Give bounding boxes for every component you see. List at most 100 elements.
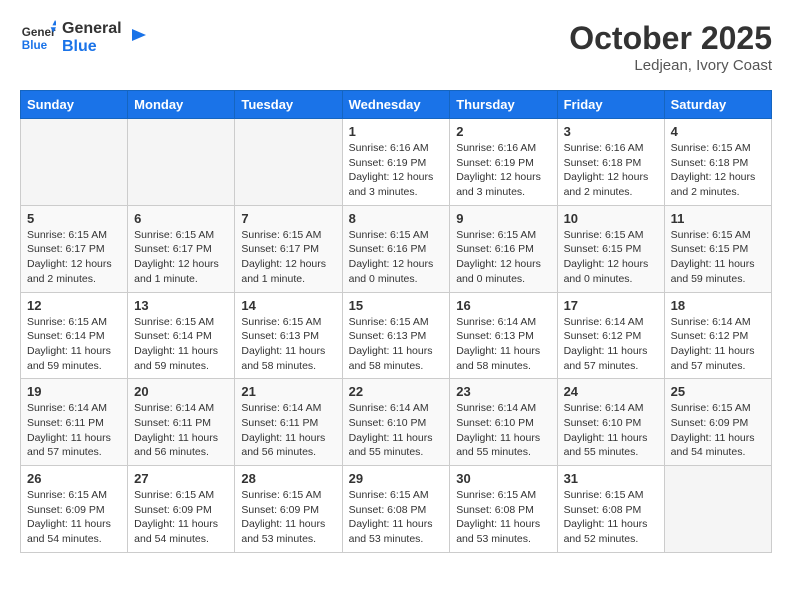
day-info: Sunrise: 6:15 AM Sunset: 6:16 PM Dayligh…: [456, 228, 550, 287]
calendar-cell: 30 Sunrise: 6:15 AM Sunset: 6:08 PM Dayli…: [450, 466, 557, 553]
day-number: 27: [134, 471, 228, 486]
header: General Blue General Blue October 2025 L…: [20, 20, 772, 74]
day-number: 14: [241, 298, 335, 313]
day-info: Sunrise: 6:15 AM Sunset: 6:15 PM Dayligh…: [671, 228, 765, 287]
day-info: Sunrise: 6:14 AM Sunset: 6:11 PM Dayligh…: [27, 401, 121, 460]
weekday-header-thursday: Thursday: [450, 91, 557, 119]
calendar-cell: 1 Sunrise: 6:16 AM Sunset: 6:19 PM Daylig…: [342, 119, 450, 206]
day-info: Sunrise: 6:14 AM Sunset: 6:10 PM Dayligh…: [564, 401, 658, 460]
logo-icon: General Blue: [20, 20, 56, 56]
day-info: Sunrise: 6:15 AM Sunset: 6:09 PM Dayligh…: [671, 401, 765, 460]
day-number: 21: [241, 384, 335, 399]
weekday-header-wednesday: Wednesday: [342, 91, 450, 119]
weekday-header-friday: Friday: [557, 91, 664, 119]
calendar-cell: 31 Sunrise: 6:15 AM Sunset: 6:08 PM Dayli…: [557, 466, 664, 553]
logo: General Blue General Blue: [20, 20, 150, 56]
day-number: 18: [671, 298, 765, 313]
day-info: Sunrise: 6:14 AM Sunset: 6:11 PM Dayligh…: [134, 401, 228, 460]
logo-flag-icon: [128, 27, 150, 49]
calendar-cell: 25 Sunrise: 6:15 AM Sunset: 6:09 PM Dayli…: [664, 379, 771, 466]
day-info: Sunrise: 6:15 AM Sunset: 6:08 PM Dayligh…: [349, 488, 444, 547]
day-info: Sunrise: 6:14 AM Sunset: 6:11 PM Dayligh…: [241, 401, 335, 460]
day-number: 16: [456, 298, 550, 313]
day-number: 4: [671, 124, 765, 139]
calendar-cell: 23Sunrise: 6:14 AM Sunset: 6:10 PM Dayli…: [450, 379, 557, 466]
day-info: Sunrise: 6:15 AM Sunset: 6:16 PM Dayligh…: [349, 228, 444, 287]
calendar-cell: 2 Sunrise: 6:16 AM Sunset: 6:19 PM Daylig…: [450, 119, 557, 206]
week-row-2: 5 Sunrise: 6:15 AM Sunset: 6:17 PM Daylig…: [21, 205, 772, 292]
day-info: Sunrise: 6:15 AM Sunset: 6:08 PM Dayligh…: [456, 488, 550, 547]
calendar-cell: 21 Sunrise: 6:14 AM Sunset: 6:11 PM Dayli…: [235, 379, 342, 466]
calendar-cell: 3 Sunrise: 6:16 AM Sunset: 6:18 PM Daylig…: [557, 119, 664, 206]
calendar-cell: 24 Sunrise: 6:14 AM Sunset: 6:10 PM Dayli…: [557, 379, 664, 466]
logo-line1: General: [62, 20, 122, 38]
day-number: 22: [349, 384, 444, 399]
day-number: 24: [564, 384, 658, 399]
day-number: 20: [134, 384, 228, 399]
day-info: Sunrise: 6:15 AM Sunset: 6:18 PM Dayligh…: [671, 141, 765, 200]
day-number: 2: [456, 124, 550, 139]
calendar-cell: 9 Sunrise: 6:15 AM Sunset: 6:16 PM Daylig…: [450, 205, 557, 292]
calendar-cell: 20 Sunrise: 6:14 AM Sunset: 6:11 PM Dayli…: [128, 379, 235, 466]
calendar-cell: 13 Sunrise: 6:15 AM Sunset: 6:14 PM Dayli…: [128, 292, 235, 379]
day-number: 13: [134, 298, 228, 313]
calendar-cell: 19 Sunrise: 6:14 AM Sunset: 6:11 PM Dayli…: [21, 379, 128, 466]
day-info: Sunrise: 6:15 AM Sunset: 6:17 PM Dayligh…: [134, 228, 228, 287]
day-number: 25: [671, 384, 765, 399]
day-info: Sunrise: 6:15 AM Sunset: 6:09 PM Dayligh…: [241, 488, 335, 547]
day-info: Sunrise: 6:15 AM Sunset: 6:17 PM Dayligh…: [27, 228, 121, 287]
weekday-header-monday: Monday: [128, 91, 235, 119]
day-number: 29: [349, 471, 444, 486]
day-number: 10: [564, 211, 658, 226]
day-number: 17: [564, 298, 658, 313]
day-number: 1: [349, 124, 444, 139]
day-number: 15: [349, 298, 444, 313]
calendar-cell: [128, 119, 235, 206]
weekday-header-sunday: Sunday: [21, 91, 128, 119]
calendar-cell: 4 Sunrise: 6:15 AM Sunset: 6:18 PM Daylig…: [664, 119, 771, 206]
calendar-cell: 27Sunrise: 6:15 AM Sunset: 6:09 PM Dayli…: [128, 466, 235, 553]
calendar-cell: 17 Sunrise: 6:14 AM Sunset: 6:12 PM Dayli…: [557, 292, 664, 379]
day-number: 5: [27, 211, 121, 226]
day-info: Sunrise: 6:15 AM Sunset: 6:13 PM Dayligh…: [241, 315, 335, 374]
day-info: Sunrise: 6:16 AM Sunset: 6:18 PM Dayligh…: [564, 141, 658, 200]
day-number: 19: [27, 384, 121, 399]
day-number: 7: [241, 211, 335, 226]
day-info: Sunrise: 6:15 AM Sunset: 6:15 PM Dayligh…: [564, 228, 658, 287]
day-number: 31: [564, 471, 658, 486]
day-info: Sunrise: 6:15 AM Sunset: 6:17 PM Dayligh…: [241, 228, 335, 287]
calendar-cell: [664, 466, 771, 553]
page: General Blue General Blue October 2025 L…: [0, 0, 792, 563]
day-info: Sunrise: 6:16 AM Sunset: 6:19 PM Dayligh…: [349, 141, 444, 200]
calendar-cell: 28 Sunrise: 6:15 AM Sunset: 6:09 PM Dayli…: [235, 466, 342, 553]
day-number: 6: [134, 211, 228, 226]
day-info: Sunrise: 6:15 AM Sunset: 6:09 PM Dayligh…: [27, 488, 121, 547]
day-info: Sunrise: 6:15 AM Sunset: 6:14 PM Dayligh…: [134, 315, 228, 374]
day-number: 28: [241, 471, 335, 486]
day-number: 12: [27, 298, 121, 313]
calendar-cell: 18Sunrise: 6:14 AM Sunset: 6:12 PM Dayli…: [664, 292, 771, 379]
week-row-3: 12 Sunrise: 6:15 AM Sunset: 6:14 PM Dayli…: [21, 292, 772, 379]
week-row-1: 1 Sunrise: 6:16 AM Sunset: 6:19 PM Daylig…: [21, 119, 772, 206]
day-number: 26: [27, 471, 121, 486]
calendar-table: SundayMondayTuesdayWednesdayThursdayFrid…: [20, 90, 772, 553]
logo-line2: Blue: [62, 38, 122, 56]
month-title: October 2025: [569, 20, 772, 57]
day-info: Sunrise: 6:14 AM Sunset: 6:12 PM Dayligh…: [564, 315, 658, 374]
day-info: Sunrise: 6:14 AM Sunset: 6:10 PM Dayligh…: [456, 401, 550, 460]
day-number: 30: [456, 471, 550, 486]
calendar-cell: 22 Sunrise: 6:14 AM Sunset: 6:10 PM Dayli…: [342, 379, 450, 466]
svg-text:Blue: Blue: [22, 39, 48, 52]
calendar-cell: 26 Sunrise: 6:15 AM Sunset: 6:09 PM Dayli…: [21, 466, 128, 553]
day-info: Sunrise: 6:15 AM Sunset: 6:08 PM Dayligh…: [564, 488, 658, 547]
day-number: 11: [671, 211, 765, 226]
day-info: Sunrise: 6:14 AM Sunset: 6:10 PM Dayligh…: [349, 401, 444, 460]
day-info: Sunrise: 6:16 AM Sunset: 6:19 PM Dayligh…: [456, 141, 550, 200]
day-info: Sunrise: 6:14 AM Sunset: 6:13 PM Dayligh…: [456, 315, 550, 374]
day-number: 3: [564, 124, 658, 139]
weekday-header-row: SundayMondayTuesdayWednesdayThursdayFrid…: [21, 91, 772, 119]
weekday-header-tuesday: Tuesday: [235, 91, 342, 119]
day-number: 9: [456, 211, 550, 226]
svg-text:General: General: [22, 26, 56, 39]
calendar-cell: 29 Sunrise: 6:15 AM Sunset: 6:08 PM Dayli…: [342, 466, 450, 553]
